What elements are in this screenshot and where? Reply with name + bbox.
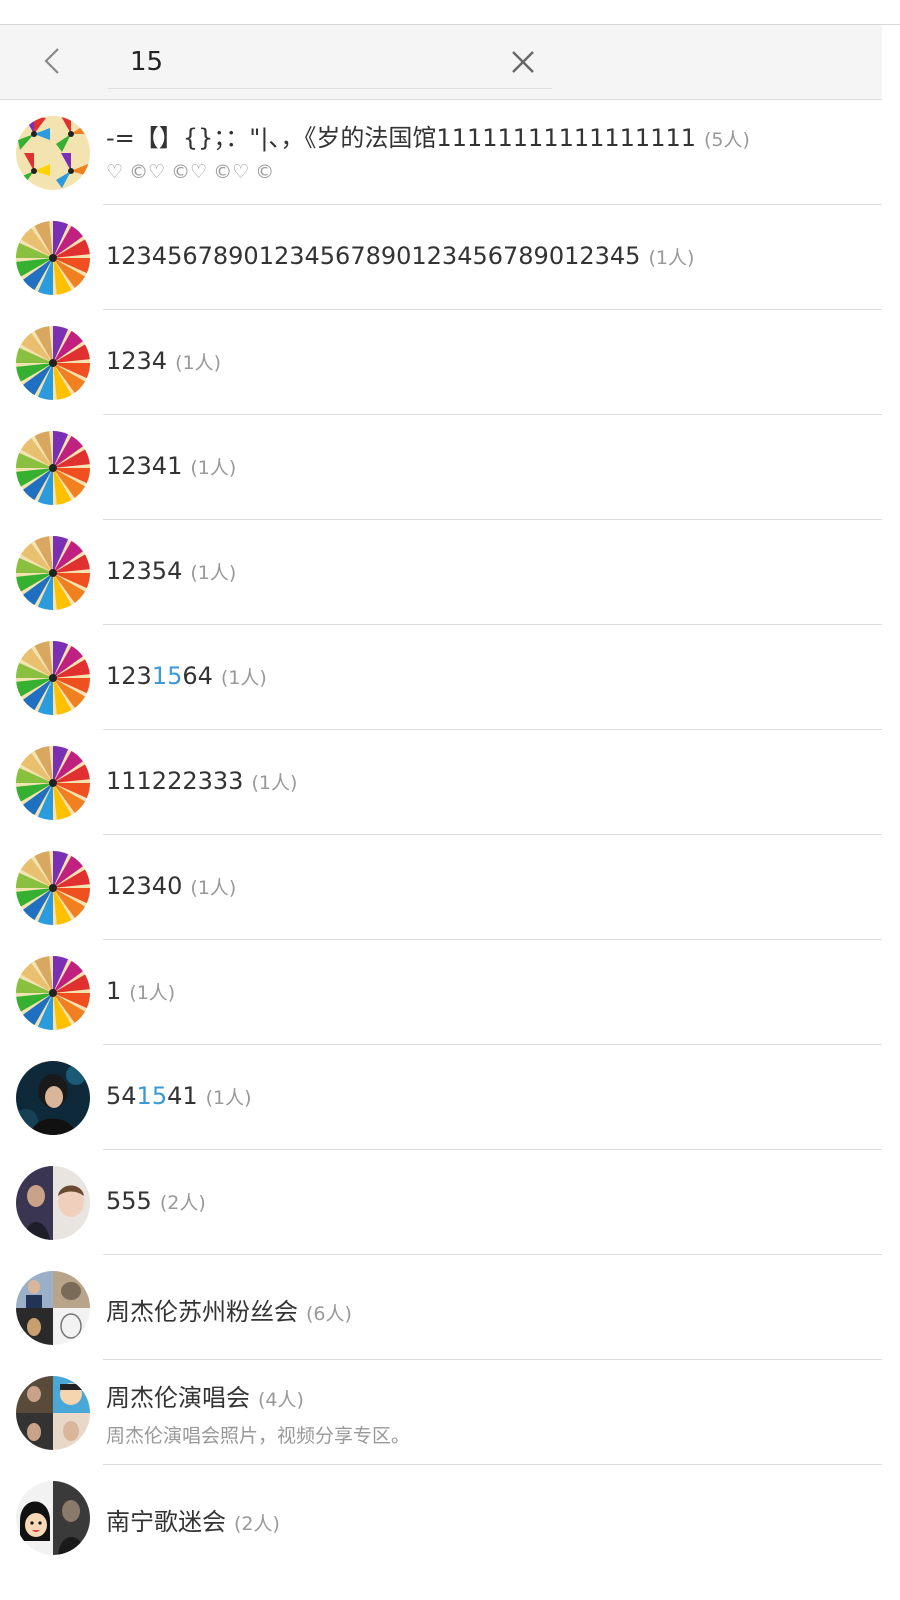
member-count: (2人): [234, 1513, 280, 1535]
member-count: (1人): [205, 1087, 252, 1109]
member-count: (1人): [175, 352, 221, 374]
member-count: (1人): [190, 457, 237, 479]
search-field-container: [108, 39, 552, 89]
list-item[interactable]: 541541 (1人): [0, 1045, 882, 1150]
color-pencils-icon: [16, 326, 90, 400]
list-item[interactable]: 1 (1人): [0, 940, 882, 1045]
list-item[interactable]: 12354 (1人): [0, 520, 882, 625]
group-name: 12341 (1人): [106, 452, 237, 480]
list-item[interactable]: 12345678901234567890123456789012345 (1人): [0, 205, 882, 310]
status-bar: [0, 0, 900, 25]
search-match-highlight: 15: [151, 662, 183, 690]
color-pencils-icon: [16, 956, 90, 1030]
group-name: 南宁歌迷会 (2人): [106, 1508, 280, 1536]
group-name: 541541 (1人): [106, 1082, 252, 1110]
color-pencils-icon: [16, 641, 90, 715]
group-name: 555 (2人): [106, 1187, 206, 1215]
group-name: 111222333 (1人): [106, 767, 298, 795]
collage-pencils-icon: [16, 116, 90, 190]
group-name: 周杰伦演唱会 (4人): [106, 1384, 304, 1412]
list-item[interactable]: 12340 (1人): [0, 835, 882, 940]
search-input[interactable]: [108, 39, 500, 85]
back-button[interactable]: [34, 43, 70, 79]
color-pencils-icon: [16, 536, 90, 610]
member-count: (1人): [220, 667, 267, 689]
list-item[interactable]: 南宁歌迷会 (2人): [0, 1465, 882, 1570]
list-item[interactable]: 12341 (1人): [0, 415, 882, 520]
member-count: (1人): [190, 562, 237, 584]
list-item[interactable]: 1234 (1人): [0, 310, 882, 415]
search-match-highlight: 15: [136, 1082, 168, 1110]
list-item[interactable]: 周杰伦演唱会 (4人) 周杰伦演唱会照片，视频分享专区。: [0, 1360, 882, 1465]
member-count: (5人): [704, 129, 750, 151]
color-pencils-icon: [16, 431, 90, 505]
cartoon-and-photo-icon: [16, 1481, 90, 1555]
two-person-photo-icon: [16, 1166, 90, 1240]
color-pencils-icon: [16, 851, 90, 925]
close-icon: [512, 51, 534, 73]
group-name: 1234 (1人): [106, 347, 221, 375]
group-name: 1231564 (1人): [106, 662, 267, 690]
color-pencils-icon: [16, 746, 90, 820]
member-count: (6人): [306, 1303, 352, 1325]
list-item[interactable]: -=【】{}；："|、，《岁的法国馆11111111111111111 (5人) …: [0, 100, 882, 205]
group-name: 12340 (1人): [106, 872, 237, 900]
clear-search-button[interactable]: [508, 47, 538, 77]
four-photo-collage-icon: [16, 1271, 90, 1345]
group-description: 周杰伦演唱会照片，视频分享专区。: [106, 1425, 411, 1447]
group-description: ♡ ©♡ ©♡ ©♡ ©: [106, 161, 275, 183]
group-name: 周杰伦苏州粉丝会 (6人): [106, 1298, 352, 1326]
member-count: (1人): [648, 247, 695, 269]
group-name: 12354 (1人): [106, 557, 237, 585]
search-header: [0, 25, 882, 100]
member-count: (4人): [258, 1389, 304, 1411]
list-item[interactable]: 周杰伦苏州粉丝会 (6人): [0, 1255, 882, 1360]
color-pencils-icon: [16, 221, 90, 295]
member-count: (2人): [159, 1192, 206, 1214]
list-item[interactable]: 555 (2人): [0, 1150, 882, 1255]
group-result-list: -=【】{}；："|、，《岁的法国馆11111111111111111 (5人) …: [0, 100, 882, 1570]
list-item[interactable]: 1231564 (1人): [0, 625, 882, 730]
member-count: (1人): [251, 772, 298, 794]
group-name: 1 (1人): [106, 977, 176, 1005]
member-count: (1人): [190, 877, 237, 899]
singer-photo-icon: [16, 1061, 90, 1135]
group-name: -=【】{}；："|、，《岁的法国馆11111111111111111 (5人): [106, 124, 750, 152]
chevron-left-icon: [44, 48, 59, 74]
list-item[interactable]: 111222333 (1人): [0, 730, 882, 835]
member-count: (1人): [129, 982, 176, 1004]
group-name: 12345678901234567890123456789012345 (1人): [106, 242, 695, 270]
four-photo-collage-icon: [16, 1376, 90, 1450]
